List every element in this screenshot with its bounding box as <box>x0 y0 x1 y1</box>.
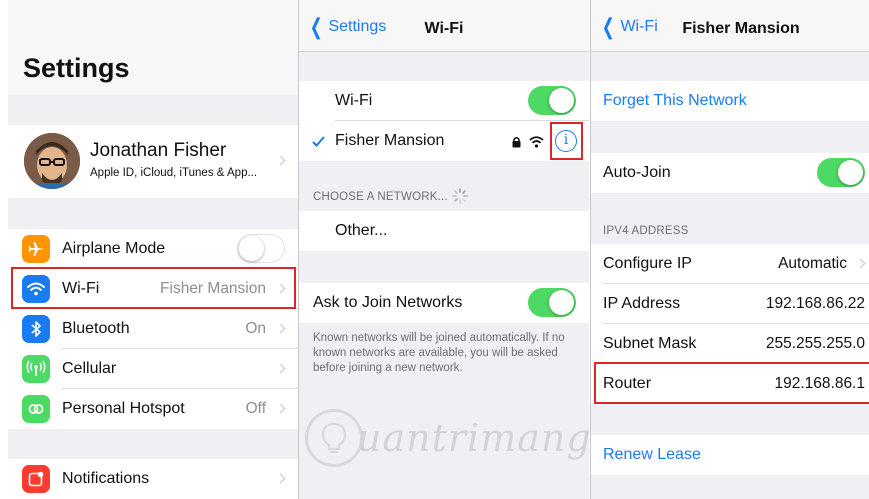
settings-item-value: Off <box>245 400 266 417</box>
chevron-right-icon <box>275 323 286 334</box>
profile-cell[interactable]: Jonathan Fisher Apple ID, iCloud, iTunes… <box>8 125 298 198</box>
detail-row-value: 255.255.255.0 <box>765 335 865 352</box>
navigation-bar: ❮ Settings Wi-Fi <box>299 0 589 52</box>
settings-item-value: On <box>245 320 266 337</box>
cellular-icon <box>22 355 50 383</box>
chevron-right-icon <box>275 363 286 374</box>
detail-row-label: Subnet Mask <box>603 335 697 352</box>
settings-panel: Settings Jonathan Fisher Apple ID, iClou… <box>8 0 298 499</box>
lock-icon <box>512 135 521 153</box>
router-highlight <box>594 362 869 404</box>
settings-item-notifications[interactable]: Notifications <box>8 459 298 499</box>
wifi-toggle[interactable] <box>528 86 576 115</box>
nav-title: Wi-Fi <box>424 20 464 37</box>
wifi-toggle-cell: Wi-Fi <box>299 81 589 121</box>
avatar <box>24 133 80 189</box>
loading-spinner-icon <box>452 188 468 209</box>
settings-item-label: Personal Hotspot <box>62 400 185 417</box>
network-detail-panel: ❮ Wi-Fi Fisher Mansion Forget This Netwo… <box>591 0 869 499</box>
renew-lease-cell[interactable]: Renew Lease <box>591 435 869 475</box>
connected-network-cell[interactable]: Fisher Mansion i <box>299 121 589 161</box>
page-title: Settings <box>23 53 130 83</box>
other-network-label: Other... <box>335 222 388 239</box>
settings-item-label: Bluetooth <box>62 320 130 337</box>
renew-lease-button[interactable]: Renew Lease <box>603 446 701 464</box>
settings-item-airplane[interactable]: Airplane Mode <box>8 229 298 269</box>
ask-to-join-footnote: Known networks will be joined automatica… <box>313 332 565 374</box>
wifi-panel: ❮ Settings Wi-Fi Wi-Fi Fisher Mansion i … <box>299 0 589 499</box>
nav-title: Fisher Mansion <box>682 20 800 37</box>
chevron-right-icon <box>275 155 286 166</box>
settings-item-label: Airplane Mode <box>62 240 166 257</box>
auto-join-toggle[interactable] <box>817 158 865 187</box>
subnet-mask-cell: Subnet Mask 255.255.255.0 <box>591 324 869 364</box>
wifi-toggle-label: Wi-Fi <box>335 92 373 109</box>
forget-network-button[interactable]: Forget This Network <box>603 92 747 110</box>
detail-row-label: IP Address <box>603 295 681 312</box>
configure-ip-cell[interactable]: Configure IP Automatic <box>591 244 869 284</box>
navigation-bar: ❮ Wi-Fi Fisher Mansion <box>591 0 869 52</box>
bluetooth-icon <box>22 315 50 343</box>
chevron-right-icon <box>275 403 286 414</box>
profile-name: Jonathan Fisher <box>90 140 227 161</box>
auto-join-label: Auto-Join <box>603 164 671 181</box>
detail-row-label: Configure IP <box>603 255 692 272</box>
detail-row-value: Automatic <box>778 255 847 272</box>
forget-network-cell[interactable]: Forget This Network <box>591 81 869 121</box>
other-network-cell[interactable]: Other... <box>299 211 589 251</box>
wifi-highlight <box>11 267 296 309</box>
hotspot-icon <box>22 395 50 423</box>
ask-to-join-label: Ask to Join Networks <box>313 294 463 311</box>
ip-address-cell: IP Address 192.168.86.22 <box>591 284 869 324</box>
settings-item-label: Cellular <box>62 360 117 377</box>
ask-to-join-cell: Ask to Join Networks <box>299 283 589 323</box>
chevron-right-icon <box>275 473 286 484</box>
network-name: Fisher Mansion <box>335 132 445 149</box>
choose-network-header: CHOOSE A NETWORK... <box>313 191 448 203</box>
settings-item-cellular[interactable]: Cellular <box>8 349 298 389</box>
ipv4-header: IPV4 ADDRESS <box>603 225 689 237</box>
settings-item-hotspot[interactable]: Personal Hotspot Off <box>8 389 298 429</box>
chevron-right-icon <box>855 258 866 269</box>
detail-row-value: 192.168.86.22 <box>765 295 865 312</box>
ask-to-join-toggle[interactable] <box>528 288 576 317</box>
checkmark-icon <box>312 134 325 152</box>
profile-subtitle: Apple ID, iCloud, iTunes & App... <box>90 167 258 179</box>
auto-join-cell: Auto-Join <box>591 153 869 193</box>
wifi-signal-icon <box>529 135 544 153</box>
airplane-icon <box>22 235 50 263</box>
settings-item-label: Notifications <box>62 470 150 487</box>
info-highlight <box>550 122 583 160</box>
airplane-mode-toggle[interactable] <box>237 234 285 263</box>
notifications-icon <box>22 465 50 493</box>
settings-item-bluetooth[interactable]: Bluetooth On <box>8 309 298 349</box>
